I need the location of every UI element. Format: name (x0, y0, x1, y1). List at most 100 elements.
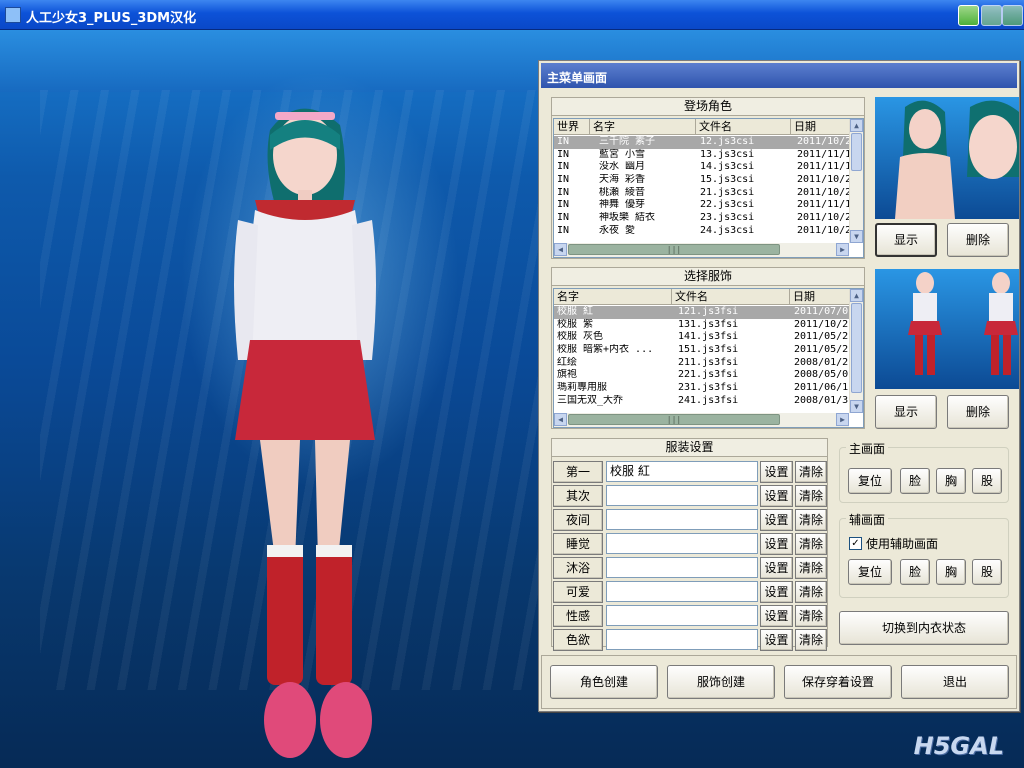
main-view-reset-button[interactable]: 复位 (848, 468, 892, 494)
costume-slot-set-button[interactable]: 设置 (760, 605, 793, 627)
costume-slot-set-button[interactable]: 设置 (760, 509, 793, 531)
character-model[interactable] (200, 90, 440, 768)
costume-slot-clear-button[interactable]: 清除 (795, 509, 827, 531)
character-cell: 神舞 優芽 (599, 199, 646, 211)
characters-list[interactable]: 世界 名字 文件名 日期 IN 三千院 素子 12.js3csi 2011/10/2 I… (553, 118, 864, 258)
costume-slot-set-button[interactable]: 设置 (760, 629, 793, 651)
costume-slot-clear-button[interactable]: 清除 (795, 557, 827, 579)
maximize-button[interactable] (981, 5, 1002, 26)
outfits-list[interactable]: 名字 文件名 日期 校服 紅 121.js3fsi 2011/07/0 校服 紫 131… (553, 288, 864, 428)
costume-slot-field[interactable]: 校服 紅 (606, 461, 758, 482)
sub-view-face-button[interactable]: 脸 (900, 559, 930, 585)
costume-slot-set-button[interactable]: 设置 (760, 461, 793, 483)
character-row[interactable]: IN 桃瀬 綾音 21.js3csi 2011/10/2 (554, 186, 851, 200)
outfits-hscroll[interactable]: ◀ ||| ▶ (554, 413, 849, 427)
scroll-left-icon[interactable]: ◀ (554, 243, 567, 256)
outfit-row[interactable]: 校服 暗紫+内衣 ... 151.js3fsi 2011/05/2 (554, 344, 849, 357)
sub-view-chest-button[interactable]: 胸 (936, 559, 966, 585)
col-world[interactable]: 世界 (554, 119, 590, 135)
costume-slot-field[interactable] (606, 581, 758, 602)
costume-slot-field[interactable] (606, 485, 758, 506)
sub-view-checkbox-label[interactable]: 使用辅助画面 (866, 535, 938, 552)
costume-slot-set-button[interactable]: 设置 (760, 485, 793, 507)
character-row[interactable]: IN 天海 彩香 15.js3csi 2011/10/2 (554, 174, 851, 187)
character-row[interactable]: IN 没水 幽月 14.js3csi 2011/11/1 (554, 161, 851, 174)
costume-slot-set-button[interactable]: 设置 (760, 533, 793, 555)
col-outfit-name[interactable]: 名字 (554, 289, 672, 305)
character-cell: 2011/11/1 (797, 148, 852, 160)
costume-slot-field[interactable] (606, 605, 758, 626)
sub-view-thigh-button[interactable]: 股 (972, 559, 1002, 585)
character-row[interactable]: IN 神坂樂 結衣 23.js3csi 2011/10/2 (554, 212, 851, 225)
character-show-button[interactable]: 显示 (875, 223, 937, 257)
costume-slot-clear-button[interactable]: 清除 (795, 629, 827, 651)
outfit-row[interactable]: 校服 灰色 141.js3fsi 2011/05/2 (554, 331, 849, 344)
costume-slot-field[interactable] (606, 629, 758, 650)
scroll-right-icon[interactable]: ▶ (836, 243, 849, 256)
close-button[interactable] (1002, 5, 1023, 26)
outfit-cell: 151.js3fsi (678, 344, 739, 356)
characters-hscroll[interactable]: ◀ ||| ▶ (554, 243, 849, 257)
outfit-cell: 三国无双_大乔 (557, 394, 624, 406)
outfit-row[interactable]: 校服 紅 121.js3fsi 2011/07/0 (554, 306, 849, 319)
scroll-up-icon[interactable]: ▲ (850, 289, 863, 302)
costume-slot-label: 夜间 (553, 509, 603, 531)
col-outfit-filename[interactable]: 文件名 (672, 289, 790, 305)
character-cell: IN (557, 148, 570, 160)
exit-button[interactable]: 退出 (901, 665, 1009, 699)
costume-slot-field[interactable] (606, 509, 758, 530)
outfit-row[interactable]: 旗袍 221.js3fsi 2008/05/0 (554, 369, 849, 382)
costume-slot-set-button[interactable]: 设置 (760, 557, 793, 579)
characters-hscroll-thumb[interactable]: ||| (568, 244, 780, 255)
costume-slot-field[interactable] (606, 533, 758, 554)
costume-slot-field[interactable] (606, 557, 758, 578)
col-date[interactable]: 日期 (791, 119, 851, 135)
scroll-up-icon[interactable]: ▲ (850, 119, 863, 132)
scroll-right-icon[interactable]: ▶ (836, 413, 849, 426)
outfit-show-button[interactable]: 显示 (875, 395, 937, 429)
costume-slot-clear-button[interactable]: 清除 (795, 581, 827, 603)
sub-view-reset-button[interactable]: 复位 (848, 559, 892, 585)
sub-view-checkbox[interactable]: ✓ (849, 537, 862, 550)
characters-vscroll-thumb[interactable] (851, 133, 862, 171)
main-view-chest-button[interactable]: 胸 (936, 468, 966, 494)
outfit-cell: 2008/01/2 (794, 356, 849, 368)
outfits-vscroll[interactable]: ▲ ▼ (849, 289, 863, 413)
characters-vscroll[interactable]: ▲ ▼ (849, 119, 863, 243)
main-view-face-button[interactable]: 脸 (900, 468, 930, 494)
character-row[interactable]: IN 三千院 素子 12.js3csi 2011/10/2 (554, 136, 851, 149)
create-outfit-button[interactable]: 服饰创建 (667, 665, 775, 699)
save-outfit-settings-button[interactable]: 保存穿着设置 (784, 665, 892, 699)
col-name[interactable]: 名字 (590, 119, 696, 135)
outfit-row[interactable]: 瑪莉專用服 231.js3fsi 2011/06/1 (554, 382, 849, 395)
costume-slot-label: 性感 (553, 605, 603, 627)
character-cell: 永夜 愛 (599, 224, 636, 236)
col-filename[interactable]: 文件名 (696, 119, 791, 135)
outfits-hscroll-thumb[interactable]: ||| (568, 414, 780, 425)
character-cell: IN (557, 186, 570, 198)
scroll-down-icon[interactable]: ▼ (850, 400, 863, 413)
outfit-row[interactable]: 校服 紫 131.js3fsi 2011/10/2 (554, 319, 849, 332)
underwear-toggle-button[interactable]: 切换到内衣状态 (839, 611, 1009, 645)
outfit-row[interactable]: 三国无双_大乔 241.js3fsi 2008/01/3 (554, 395, 849, 408)
costume-slot-clear-button[interactable]: 清除 (795, 533, 827, 555)
scroll-left-icon[interactable]: ◀ (554, 413, 567, 426)
main-view-thigh-button[interactable]: 股 (972, 468, 1002, 494)
character-delete-button[interactable]: 删除 (947, 223, 1009, 257)
outfit-cell: 231.js3fsi (678, 382, 739, 394)
outfit-delete-button[interactable]: 删除 (947, 395, 1009, 429)
outfits-vscroll-thumb[interactable] (851, 303, 862, 393)
costume-slot-clear-button[interactable]: 清除 (795, 485, 827, 507)
scroll-down-icon[interactable]: ▼ (850, 230, 863, 243)
costume-slot-set-button[interactable]: 设置 (760, 581, 793, 603)
outfit-row[interactable]: 红绘 211.js3fsi 2008/01/2 (554, 357, 849, 370)
minimize-button[interactable] (958, 5, 979, 26)
col-outfit-date[interactable]: 日期 (790, 289, 851, 305)
create-character-button[interactable]: 角色创建 (550, 665, 658, 699)
watermark-logo: H5GAL (913, 732, 1004, 760)
character-row[interactable]: IN 藍宮 小雪 13.js3csi 2011/11/1 (554, 148, 852, 162)
character-row[interactable]: IN 永夜 愛 24.js3csi 2011/10/2 (554, 224, 851, 238)
costume-slot-clear-button[interactable]: 清除 (795, 605, 827, 627)
costume-slot-clear-button[interactable]: 清除 (795, 461, 827, 483)
character-row[interactable]: IN 神舞 優芽 22.js3csi 2011/11/1 (554, 199, 851, 212)
